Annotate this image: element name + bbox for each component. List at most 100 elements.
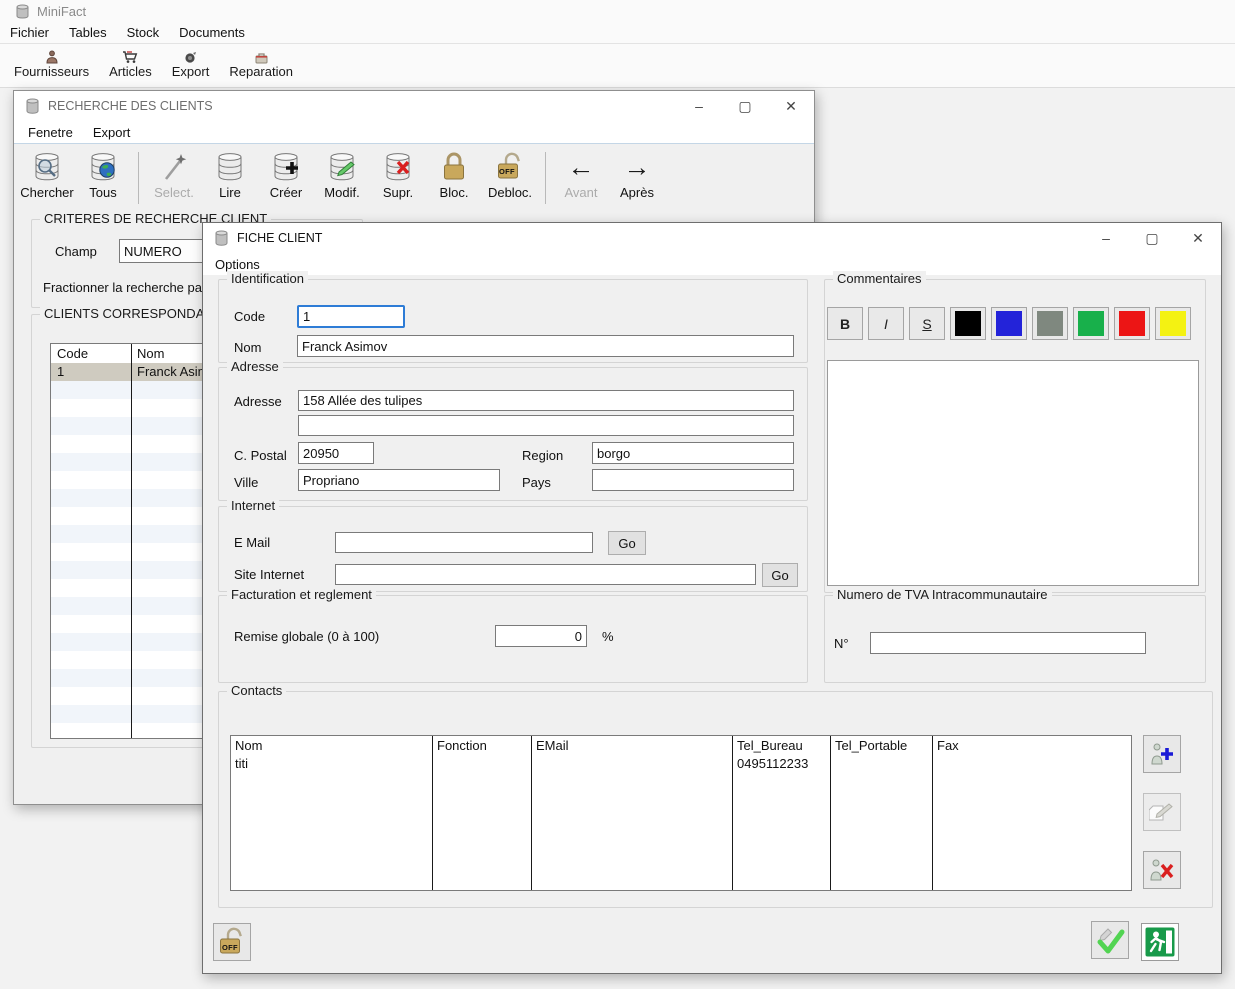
ville-label: Ville — [234, 475, 258, 490]
email-go-label: Go — [618, 536, 635, 551]
lock-toggle-button[interactable]: OFF — [213, 923, 251, 961]
column-divider — [131, 344, 132, 738]
color-green-button[interactable] — [1073, 307, 1109, 340]
email-go-button[interactable]: Go — [608, 531, 646, 555]
cpostal-field[interactable] — [298, 442, 374, 464]
col-contact-nom[interactable]: Nom — [235, 738, 262, 753]
code-field[interactable] — [297, 305, 405, 328]
underline-button[interactable]: S — [909, 307, 945, 340]
exit-door-icon — [1144, 926, 1176, 958]
debloc-off-badge: OFF — [495, 167, 519, 176]
email-field[interactable] — [335, 532, 593, 553]
tva-num-field[interactable] — [870, 632, 1146, 654]
nom-field[interactable] — [297, 335, 794, 357]
avant-button: ← Avant — [556, 150, 606, 200]
bold-button[interactable]: B — [827, 307, 863, 340]
menu-fenetre[interactable]: Fenetre — [18, 123, 83, 142]
commentaires-textarea[interactable] — [827, 360, 1199, 586]
contact-nom-cell: titi — [235, 756, 248, 771]
tous-button[interactable]: Tous — [78, 150, 128, 200]
menu-stock[interactable]: Stock — [117, 23, 170, 42]
validate-button[interactable] — [1091, 921, 1129, 959]
apres-label: Après — [620, 185, 654, 200]
tous-label: Tous — [89, 185, 116, 200]
site-go-button[interactable]: Go — [762, 563, 798, 587]
col-fax[interactable]: Fax — [937, 738, 959, 753]
window-icon — [26, 98, 39, 114]
menu-fichier[interactable]: Fichier — [0, 23, 59, 42]
supr-button[interactable]: Supr. — [373, 150, 423, 200]
site-field[interactable] — [335, 564, 756, 585]
person-delete-icon — [1149, 858, 1175, 882]
minimize-icon[interactable]: – — [676, 91, 722, 121]
maximize-icon[interactable]: ▢ — [1129, 223, 1175, 253]
export-button[interactable]: Export — [164, 46, 218, 81]
col-tel-bureau[interactable]: Tel_Bureau — [737, 738, 803, 753]
exit-button[interactable] — [1141, 923, 1179, 961]
edit-contact-button — [1143, 793, 1181, 831]
fournisseurs-button[interactable]: Fournisseurs — [6, 46, 97, 81]
color-gray-button[interactable] — [1032, 307, 1068, 340]
fournisseurs-label: Fournisseurs — [14, 64, 89, 79]
adresse-group: Adresse Adresse C. Postal Region Ville P… — [218, 367, 808, 501]
internet-title: Internet — [227, 498, 279, 513]
supr-label: Supr. — [383, 185, 413, 200]
col-email[interactable]: EMail — [536, 738, 569, 753]
adresse-line1-field[interactable] — [298, 390, 794, 411]
lock-open-icon: OFF — [493, 150, 527, 184]
color-blue-button[interactable] — [991, 307, 1027, 340]
toolbar-separator — [138, 152, 139, 204]
creer-button[interactable]: Créer — [261, 150, 311, 200]
ville-field[interactable] — [298, 469, 500, 491]
articles-button[interactable]: Articles — [101, 46, 160, 81]
facturation-group: Facturation et reglement Remise globale … — [218, 595, 808, 683]
add-contact-button[interactable] — [1143, 735, 1181, 773]
yellow-swatch — [1160, 311, 1186, 336]
modif-button[interactable]: Modif. — [317, 150, 367, 200]
col-tel-portable[interactable]: Tel_Portable — [835, 738, 907, 753]
col-code[interactable]: Code — [57, 346, 88, 361]
main-toolbar: Fournisseurs Articles Export Reparation — [2, 46, 301, 86]
close-icon[interactable]: ✕ — [1175, 223, 1221, 253]
client-window: FICHE CLIENT – ▢ ✕ Options Identificatio… — [202, 222, 1222, 974]
menu-export[interactable]: Export — [83, 123, 141, 142]
region-label: Region — [522, 448, 563, 463]
apres-button[interactable]: → Après — [612, 150, 662, 200]
green-swatch — [1078, 311, 1104, 336]
menu-tables[interactable]: Tables — [59, 23, 117, 42]
chercher-label: Chercher — [20, 185, 73, 200]
menu-documents[interactable]: Documents — [169, 23, 255, 42]
arrow-left-icon: ← — [564, 150, 598, 184]
bloc-button[interactable]: Bloc. — [429, 150, 479, 200]
lock-closed-icon — [437, 150, 471, 184]
main-app-window: MiniFact Fichier Tables Stock Documents … — [0, 0, 1235, 88]
region-field[interactable] — [592, 442, 794, 464]
col-fonction[interactable]: Fonction — [437, 738, 487, 753]
debloc-button[interactable]: OFF Debloc. — [485, 150, 535, 200]
export-icon — [183, 48, 198, 64]
delete-contact-button[interactable] — [1143, 851, 1181, 889]
bold-label: B — [840, 316, 850, 332]
pays-field[interactable] — [592, 469, 794, 491]
color-red-button[interactable] — [1114, 307, 1150, 340]
close-icon[interactable]: ✕ — [768, 91, 814, 121]
lire-button[interactable]: Lire — [205, 150, 255, 200]
db-delete-icon — [381, 150, 415, 184]
facturation-title: Facturation et reglement — [227, 587, 376, 602]
chercher-button[interactable]: Chercher — [22, 150, 72, 200]
adresse-line2-field[interactable] — [298, 415, 794, 436]
client-window-titlebar[interactable]: FICHE CLIENT — [203, 223, 1221, 253]
italic-button[interactable]: I — [868, 307, 904, 340]
cpostal-label: C. Postal — [234, 448, 287, 463]
db-pencil-icon — [325, 150, 359, 184]
col-nom[interactable]: Nom — [137, 346, 164, 361]
remise-field[interactable] — [495, 625, 587, 647]
color-black-button[interactable] — [950, 307, 986, 340]
client-window-menubar: Options — [203, 253, 1221, 275]
color-yellow-button[interactable] — [1155, 307, 1191, 340]
minimize-icon[interactable]: – — [1083, 223, 1129, 253]
contacts-table[interactable]: Nom Fonction EMail Tel_Bureau Tel_Portab… — [230, 735, 1132, 891]
lock-off-badge: OFF — [218, 943, 242, 952]
reparation-button[interactable]: Reparation — [221, 46, 301, 81]
maximize-icon[interactable]: ▢ — [722, 91, 768, 121]
